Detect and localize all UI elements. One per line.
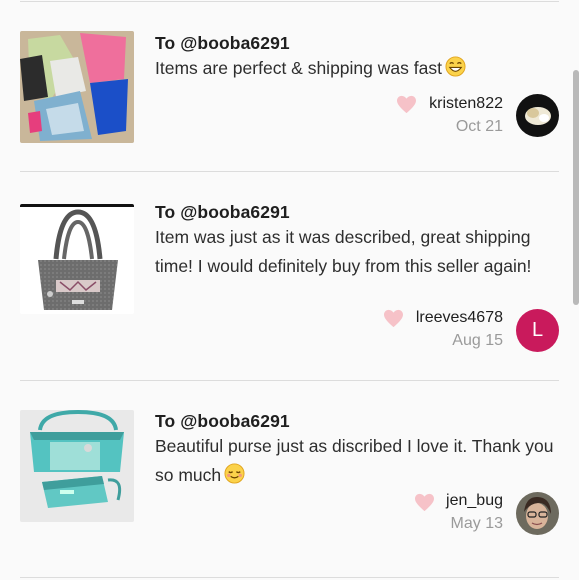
divider xyxy=(20,1,559,2)
review-text: Beautiful purse just as discribed I love… xyxy=(155,432,565,490)
product-thumbnail[interactable] xyxy=(20,31,134,143)
user-photo-avatar xyxy=(516,94,559,137)
heart-icon[interactable] xyxy=(414,493,435,512)
review-text: Items are perfect & shipping was fast xyxy=(155,54,565,83)
grinning-face-icon xyxy=(445,56,466,77)
review-recipient: To @booba6291 xyxy=(155,33,290,53)
review-date: Oct 21 xyxy=(455,118,503,135)
relieved-face-icon xyxy=(224,463,245,484)
review-date: May 13 xyxy=(450,515,503,532)
reviewer-username[interactable]: kristen822 xyxy=(429,95,503,113)
user-photo-avatar xyxy=(516,492,559,535)
divider xyxy=(20,577,559,578)
clothing-photo-icon xyxy=(20,31,134,143)
reviewer-avatar[interactable] xyxy=(516,492,559,535)
heart-icon[interactable] xyxy=(383,309,404,328)
reviewer-avatar[interactable]: L xyxy=(516,309,559,352)
reviewer-username[interactable]: lreeves4678 xyxy=(416,309,503,327)
product-thumbnail[interactable] xyxy=(20,410,134,522)
divider xyxy=(20,171,559,172)
purse-photo-icon xyxy=(20,410,134,522)
scrollbar[interactable] xyxy=(573,70,579,305)
review-recipient: To @booba6291 xyxy=(155,411,290,431)
review-recipient: To @booba6291 xyxy=(155,202,290,222)
review-text-content: Items are perfect & shipping was fast xyxy=(155,58,442,78)
reviewer-avatar[interactable] xyxy=(516,94,559,137)
tote-bag-photo-icon xyxy=(20,204,134,314)
reviewer-username[interactable]: jen_bug xyxy=(446,492,503,510)
review-text-content: Beautiful purse just as discribed I love… xyxy=(155,436,554,485)
product-thumbnail[interactable] xyxy=(20,204,134,314)
review-date: Aug 15 xyxy=(452,332,503,349)
divider xyxy=(20,380,559,381)
review-text: Item was just as it was described, great… xyxy=(155,227,532,276)
heart-icon[interactable] xyxy=(396,95,417,114)
